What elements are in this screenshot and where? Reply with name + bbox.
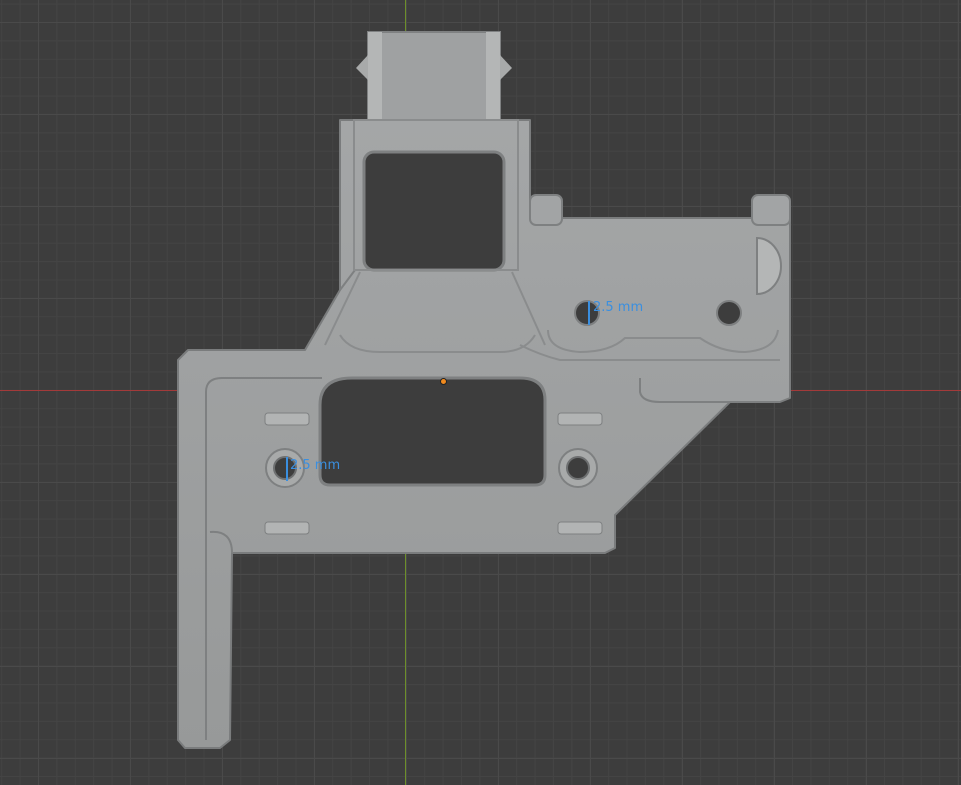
- upper-window-cutout: [362, 150, 506, 272]
- dimension-label: 2.5 mm: [593, 300, 644, 315]
- object-origin-point[interactable]: [440, 378, 447, 385]
- lower-window-cutout: [318, 376, 547, 487]
- bracket-model[interactable]: [0, 0, 961, 785]
- 3d-viewport[interactable]: 2.5 mm 2.5 mm: [0, 0, 961, 785]
- dimension-label: 2.5 mm: [290, 458, 341, 473]
